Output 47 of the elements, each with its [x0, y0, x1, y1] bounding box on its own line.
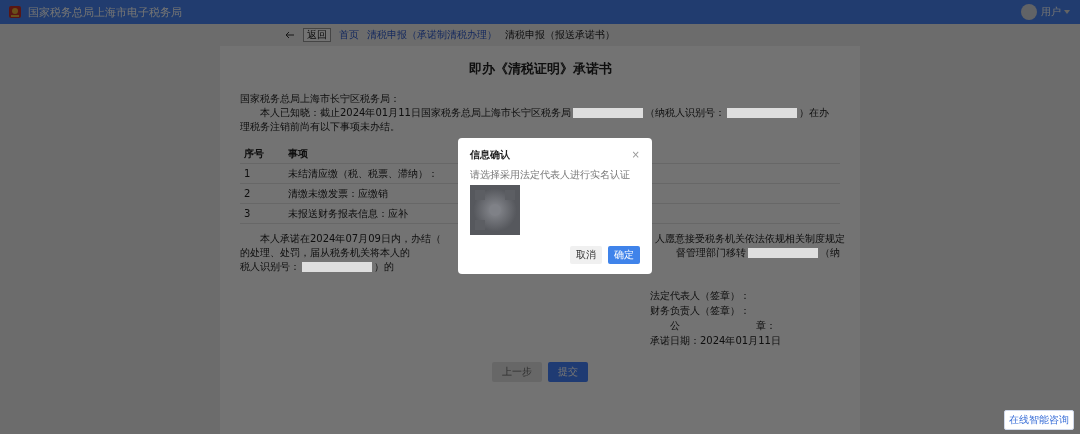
back-button[interactable]: 返回 — [303, 28, 331, 42]
table-cell: 未报送财务报表信息：应补 — [288, 206, 408, 221]
table-cell: 未结清应缴（税、税票、滞纳）： — [288, 166, 438, 181]
redaction-bar — [726, 108, 797, 118]
document-text: 人愿意接受税务机关依法依规相关制度规定 — [655, 232, 845, 246]
site-title: 国家税务总局上海市电子税务局 — [28, 4, 182, 20]
redaction-bar — [302, 262, 372, 272]
breadcrumb-link[interactable]: 清税申报（承诺制清税办理） — [367, 28, 497, 42]
table-cell: 清缴未缴发票：应缴销 — [288, 186, 388, 201]
breadcrumb-current: 清税申报（报送承诺书） — [505, 28, 615, 42]
redaction-bar — [572, 108, 643, 118]
document-text: 税人识别号： — [240, 260, 300, 274]
cancel-button[interactable]: 取消 — [570, 246, 602, 264]
dialog-message: 请选择采用法定代表人进行实名认证 — [470, 168, 631, 182]
signature-label: 法定代表人（签章）： — [650, 289, 751, 303]
document-text: （纳税人识别号： — [644, 106, 725, 120]
signature-label: 公 — [670, 319, 680, 333]
back-arrow-icon[interactable] — [285, 31, 295, 39]
signature-label: 财务负责人（签章）： — [650, 304, 751, 318]
help-button[interactable]: 在线智能咨询 — [1004, 410, 1074, 430]
addressee-text: 国家税务总局上海市长宁区税务局： — [240, 92, 401, 106]
column-header: 事项 — [288, 146, 308, 161]
document-text: ）的 — [374, 260, 394, 274]
document-text: 理税务注销前尚有以下事项未办结。 — [240, 120, 400, 134]
document-text: 本人已知晓：截止2024年01月11日国家税务总局上海市长宁区税务局 — [260, 106, 571, 120]
user-name[interactable]: 用户 — [1041, 5, 1061, 19]
confirm-button[interactable]: 确定 — [608, 246, 640, 264]
table-cell-text: 2 — [243, 188, 252, 199]
table-cell-text: 1 — [243, 168, 252, 179]
document-text: 督管理部门移转 — [676, 246, 746, 260]
redaction-bar — [748, 248, 818, 258]
signature-label: 承诺日期：2024年01月11日 — [650, 334, 782, 348]
signature-label: 章： — [756, 319, 776, 333]
document-title: 即办《清税证明》承诺书 — [467, 60, 613, 78]
close-button[interactable]: × — [631, 150, 640, 160]
avatar-icon[interactable] — [1021, 4, 1037, 20]
caret-icon[interactable] — [1064, 10, 1070, 14]
document-text: 的处理、处罚，届从税务机关将本人的 — [240, 246, 410, 260]
document-text: 本人承诺在2024年07月09日内，办结（ — [260, 232, 441, 246]
column-header: 序号 — [243, 146, 265, 161]
breadcrumb-link[interactable]: 首页 — [339, 28, 359, 42]
document-text: （纳 — [820, 246, 840, 260]
submit-button[interactable]: 提交 — [548, 362, 588, 382]
table-cell-text: 3 — [243, 208, 252, 219]
emblem-icon — [8, 5, 22, 19]
dialog-title: 信息确认 — [470, 148, 510, 162]
document-text: ）在办 — [798, 106, 829, 120]
